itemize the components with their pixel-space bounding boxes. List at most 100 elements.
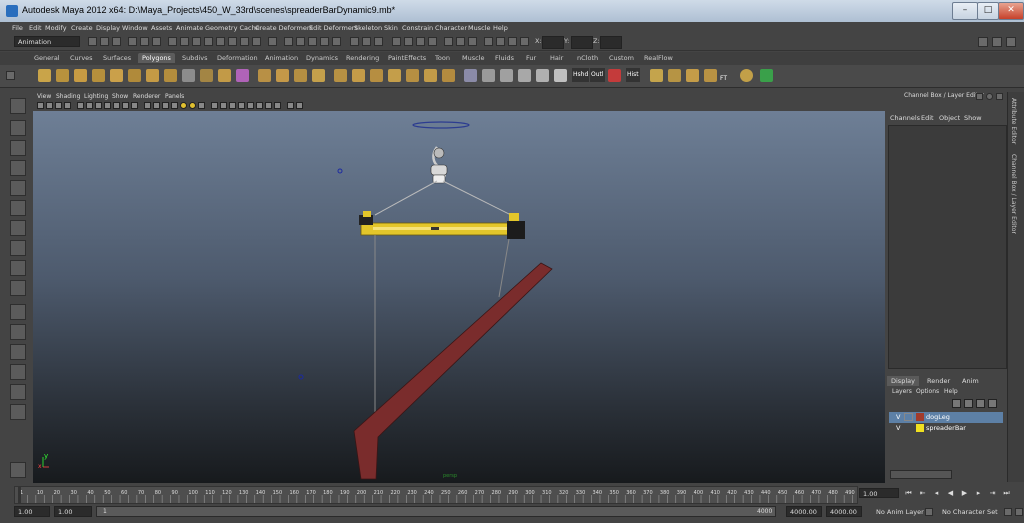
step-back-frame-button[interactable]: ◂ bbox=[931, 488, 942, 499]
cylindrical-mapping-icon[interactable] bbox=[482, 69, 495, 82]
shelf-tab-custom[interactable]: Custom bbox=[609, 54, 634, 62]
play-backwards-button[interactable]: ◀ bbox=[945, 488, 956, 499]
textured-icon[interactable] bbox=[171, 102, 178, 109]
layout-single-pane-icon[interactable] bbox=[10, 304, 26, 320]
layer-menu-layers[interactable]: Layers bbox=[892, 388, 912, 395]
lock-selection-icon[interactable] bbox=[268, 37, 277, 46]
append-polygon-icon[interactable] bbox=[370, 69, 383, 82]
xray-icon[interactable] bbox=[198, 102, 205, 109]
graph-editor-icon[interactable] bbox=[456, 37, 465, 46]
input-ops-icon[interactable] bbox=[350, 37, 359, 46]
step-forward-key-button[interactable]: ⇥ bbox=[987, 488, 998, 499]
ruler-tool-icon[interactable] bbox=[650, 69, 663, 82]
anim-layer-label[interactable]: No Anim Layer bbox=[876, 508, 924, 516]
poly-prism-icon[interactable] bbox=[146, 69, 159, 82]
character-set-dropdown-icon[interactable] bbox=[1004, 508, 1012, 516]
depth-of-field-icon[interactable] bbox=[256, 102, 263, 109]
fill-hole-icon[interactable] bbox=[388, 69, 401, 82]
boolean-union-icon[interactable] bbox=[258, 69, 271, 82]
shelf-tab-ncloth[interactable]: nCloth bbox=[577, 54, 598, 62]
menu-edit[interactable]: Edit bbox=[29, 24, 42, 32]
go-to-end-button[interactable]: ⏭ bbox=[1001, 488, 1012, 499]
shelf-tab-hair[interactable]: Hair bbox=[550, 54, 563, 62]
time-slider[interactable]: 1 10 20 30 40 50 60 70 80 90 100 110 120 130 140 150 160… bbox=[14, 486, 858, 504]
shelf-tab-general[interactable]: General bbox=[34, 54, 60, 62]
poly-plane-icon[interactable] bbox=[110, 69, 123, 82]
show-tool-settings-icon[interactable] bbox=[992, 37, 1002, 47]
poly-torus-icon[interactable] bbox=[128, 69, 141, 82]
shelf-tab-realflow[interactable]: RealFlow bbox=[644, 54, 673, 62]
menu-file[interactable]: File bbox=[12, 24, 23, 32]
boolean-difference-icon[interactable] bbox=[276, 69, 289, 82]
menu-skeleton[interactable]: Skeleton bbox=[354, 24, 382, 32]
frame-selection-icon[interactable] bbox=[296, 102, 303, 109]
menu-animate[interactable]: Animate bbox=[176, 24, 203, 32]
shelf-tab-dynamics[interactable]: Dynamics bbox=[306, 54, 338, 62]
paint-select-tool-icon[interactable] bbox=[10, 140, 26, 156]
shelf-tab-subdivs[interactable]: Subdivs bbox=[182, 54, 208, 62]
shelf-tab-painteffects[interactable]: PaintEffects bbox=[388, 54, 426, 62]
menu-character[interactable]: Character bbox=[435, 24, 467, 32]
menu-create-deformers[interactable]: Create Deformers bbox=[255, 24, 313, 32]
mask-deformers-icon[interactable] bbox=[216, 37, 225, 46]
play-forwards-button[interactable]: ▶ bbox=[959, 488, 970, 499]
xray-joints-icon[interactable] bbox=[265, 102, 272, 109]
menu-geometry-cache[interactable]: Geometry Cache bbox=[205, 24, 260, 32]
menu-constrain[interactable]: Constrain bbox=[402, 24, 433, 32]
hypershade-shelf-button[interactable]: Hshd bbox=[572, 68, 590, 82]
anim-layer-dropdown-icon[interactable] bbox=[925, 508, 933, 516]
move-layer-up-icon[interactable] bbox=[952, 399, 961, 408]
ft-script-icon[interactable] bbox=[704, 69, 717, 82]
wireframe-icon[interactable] bbox=[144, 102, 151, 109]
bevel-icon[interactable] bbox=[442, 69, 455, 82]
close-button[interactable]: ✕ bbox=[998, 2, 1024, 20]
select-scene-icon[interactable] bbox=[287, 102, 294, 109]
split-polygon-icon[interactable] bbox=[424, 69, 437, 82]
shelf-tab-fur[interactable]: Fur bbox=[526, 54, 536, 62]
channel-box-tab[interactable]: Channel Box / Layer Editor bbox=[1010, 154, 1017, 234]
motion-blur-icon[interactable] bbox=[238, 102, 245, 109]
universal-manipulator-icon[interactable] bbox=[10, 220, 26, 236]
character-set-label[interactable]: No Character Set bbox=[942, 508, 998, 516]
panel-menu-view[interactable]: View bbox=[37, 93, 51, 100]
shelf-tab-toon[interactable]: Toon bbox=[435, 54, 450, 62]
history-shelf-button[interactable]: Hist bbox=[626, 68, 640, 82]
render-view-icon[interactable] bbox=[392, 37, 401, 46]
select-camera-icon[interactable] bbox=[37, 102, 44, 109]
backface-culling-icon[interactable] bbox=[274, 102, 281, 109]
current-time-marker[interactable] bbox=[18, 487, 21, 503]
rotate-tool-icon[interactable] bbox=[10, 180, 26, 196]
layer-menu-options[interactable]: Options bbox=[916, 388, 939, 395]
layer-tab-anim[interactable]: Anim bbox=[958, 376, 983, 386]
extract-icon[interactable] bbox=[218, 69, 231, 82]
layer-row[interactable]: V dogLeg bbox=[889, 412, 1003, 423]
extrude-icon[interactable] bbox=[334, 69, 347, 82]
render-frame-icon[interactable] bbox=[404, 37, 413, 46]
shelf-tab-animation[interactable]: Animation bbox=[265, 54, 298, 62]
shelf-tab-curves[interactable]: Curves bbox=[70, 54, 93, 62]
start-time-field[interactable]: 1.00 bbox=[14, 506, 50, 517]
smooth-shade-icon[interactable] bbox=[153, 102, 160, 109]
layer-tab-display[interactable]: Display bbox=[887, 376, 919, 386]
menu-display[interactable]: Display bbox=[96, 24, 120, 32]
select-hierarchy-icon[interactable] bbox=[128, 37, 137, 46]
channel-box-settings-icon[interactable] bbox=[996, 93, 1003, 100]
layer-display-type-toggle[interactable] bbox=[904, 424, 913, 432]
attribute-editor-tab[interactable]: Attribute Editor bbox=[1010, 98, 1017, 144]
select-object-icon[interactable] bbox=[140, 37, 149, 46]
end-time-field[interactable]: 4000.00 bbox=[826, 506, 862, 517]
uv-texture-editor-icon[interactable] bbox=[536, 69, 549, 82]
make-live-icon[interactable] bbox=[332, 37, 341, 46]
insert-edge-loop-icon[interactable] bbox=[406, 69, 419, 82]
menu-muscle[interactable]: Muscle bbox=[468, 24, 491, 32]
channel-box-toggle-icon[interactable] bbox=[976, 93, 983, 100]
mask-dynamics-icon[interactable] bbox=[228, 37, 237, 46]
pencil-tool-icon[interactable] bbox=[686, 69, 699, 82]
step-back-key-button[interactable]: ⇤ bbox=[917, 488, 928, 499]
save-scene-icon[interactable] bbox=[112, 37, 121, 46]
image-plane-icon[interactable] bbox=[64, 102, 71, 109]
soft-mod-tool-icon[interactable] bbox=[10, 240, 26, 256]
channel-box-help-icon[interactable] bbox=[986, 93, 993, 100]
shadows-icon[interactable] bbox=[189, 102, 196, 109]
mask-curves-icon[interactable] bbox=[192, 37, 201, 46]
